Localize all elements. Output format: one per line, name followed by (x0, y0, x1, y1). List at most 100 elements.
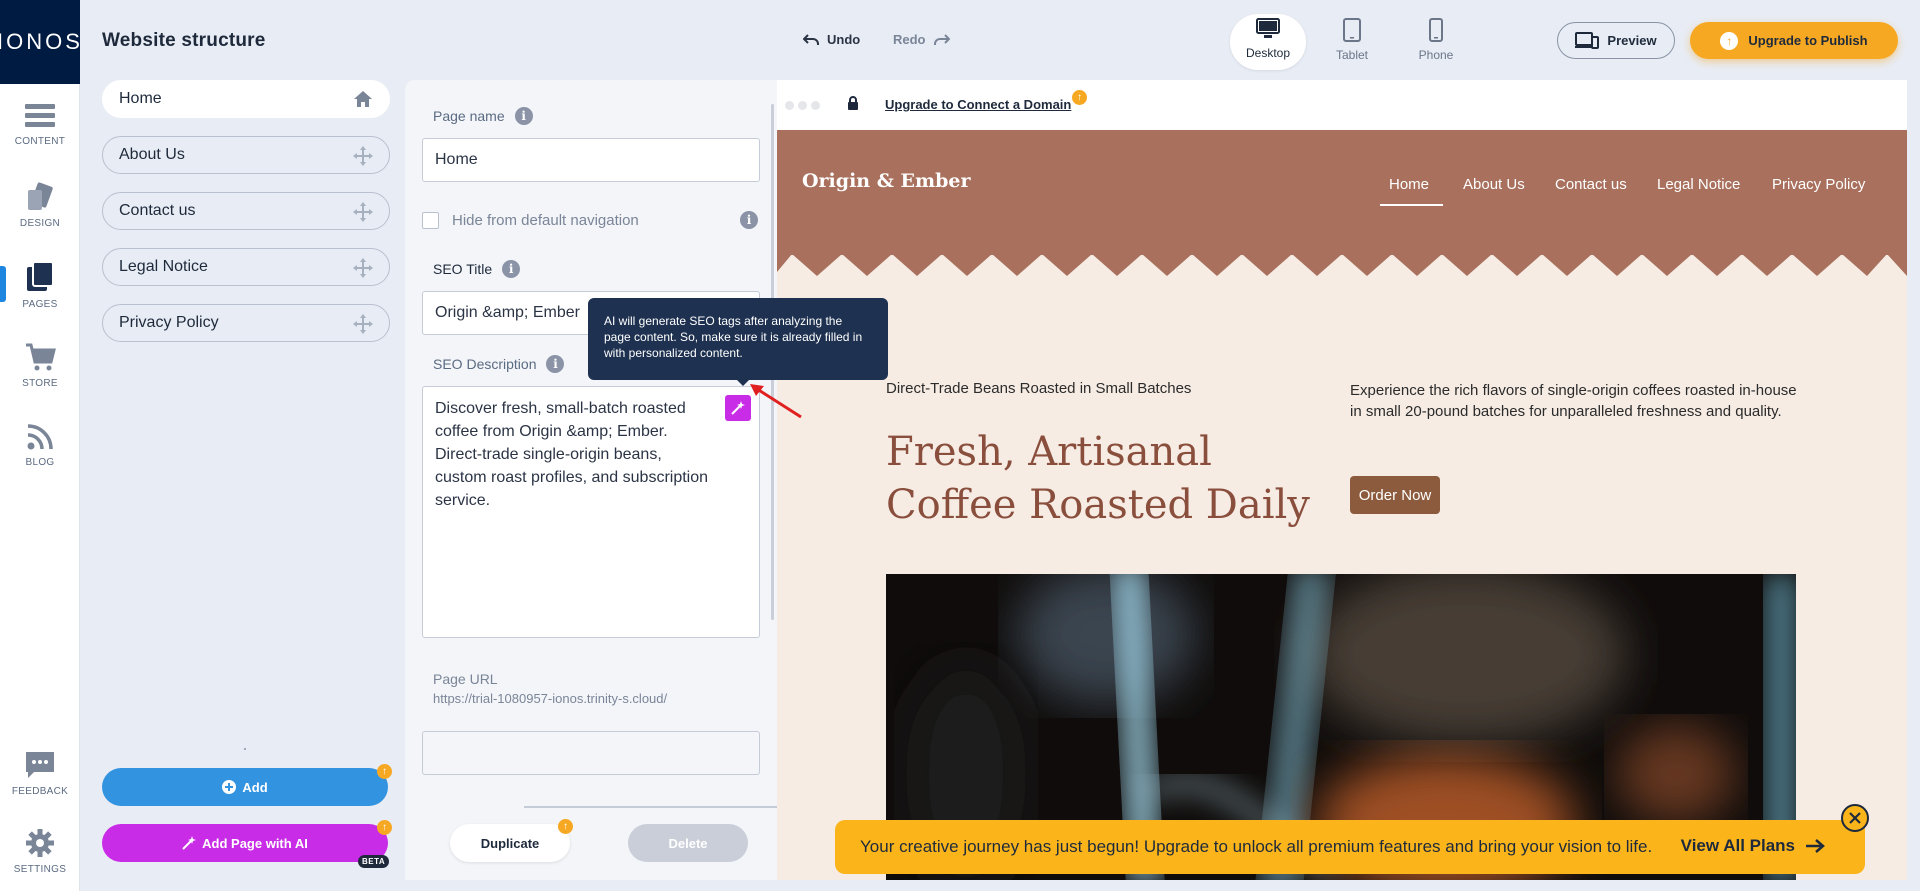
tablet-icon (1343, 18, 1361, 42)
site-nav-home[interactable]: Home (1389, 176, 1429, 193)
ai-seo-tooltip: AI will generate SEO tags after analyzin… (588, 298, 888, 380)
banner-close-button[interactable] (1841, 804, 1869, 832)
browser-bar: Upgrade to Connect a Domain ↑ (777, 80, 1907, 130)
preview-icon (1575, 31, 1600, 49)
page-url-label: Page URL (433, 671, 498, 687)
rail-item-feedback[interactable]: FEEDBACK (0, 750, 80, 797)
site-nav-contact-us[interactable]: Contact us (1555, 176, 1627, 193)
page-item-label: Home (119, 90, 162, 107)
rail-label: CONTENT (14, 136, 66, 147)
rail-item-blog[interactable]: BLOG (0, 423, 80, 468)
move-icon[interactable] (353, 314, 373, 334)
upgrade-badge-icon: ↑ (1072, 90, 1087, 105)
info-icon[interactable]: i (502, 260, 521, 278)
rss-icon (27, 424, 53, 450)
page-item-label: Privacy Policy (119, 314, 219, 331)
beta-badge: BETA (358, 855, 390, 868)
preview-button[interactable]: Preview (1557, 22, 1675, 59)
rail-item-content[interactable]: CONTENT (0, 102, 80, 147)
hero-title: Fresh, Artisanal Coffee Roasted Daily (886, 429, 1310, 528)
page-item-about-us[interactable]: About Us (102, 136, 390, 174)
home-icon (354, 91, 372, 107)
arrow-right-icon (1806, 839, 1825, 853)
upgrade-badge-icon: ↑ (558, 819, 573, 834)
feedback-icon (26, 752, 54, 778)
site-nav-about-us[interactable]: About Us (1463, 176, 1525, 193)
rail-item-design[interactable]: DESIGN (0, 182, 80, 229)
upgrade-badge-icon: ↑ (377, 764, 392, 779)
move-icon[interactable] (353, 202, 373, 222)
add-page-label: Add (242, 779, 268, 795)
device-desktop-button[interactable]: Desktop (1230, 14, 1306, 70)
rail-item-pages[interactable]: PAGES (0, 261, 80, 310)
info-icon[interactable]: i (740, 211, 758, 229)
delete-button[interactable]: Delete (628, 824, 748, 862)
page-name-value: Home (435, 151, 478, 168)
device-tablet-button[interactable]: Tablet (1314, 14, 1390, 70)
hide-navigation-label: Hide from default navigation (452, 212, 639, 229)
rail-label: BLOG (25, 457, 55, 468)
preview-label: Preview (1607, 33, 1657, 48)
move-icon[interactable] (353, 258, 373, 278)
upgrade-to-publish-button[interactable]: ↑ Upgrade to Publish (1690, 22, 1898, 59)
seo-title-label: SEO Title i (433, 260, 521, 278)
close-icon (1849, 812, 1861, 824)
page-item-contact-us[interactable]: Contact us (102, 192, 390, 230)
page-name-input[interactable]: Home (422, 138, 760, 182)
rail-label: PAGES (22, 299, 58, 310)
divider-dot (244, 748, 246, 750)
seo-title-value: Origin &amp; Ember (435, 304, 580, 321)
panel-title: Website structure (102, 30, 266, 51)
add-page-button[interactable]: Add (102, 768, 388, 806)
info-icon[interactable]: i (514, 107, 533, 125)
lock-icon (848, 96, 858, 110)
site-brand[interactable]: Origin & Ember (802, 170, 970, 192)
phone-icon (1429, 18, 1443, 42)
browser-dot (798, 101, 807, 110)
seo-description-textarea[interactable]: Discover fresh, small-batch roasted coff… (422, 386, 760, 638)
undo-label: Undo (827, 32, 861, 47)
redo-button[interactable]: Redo (893, 32, 950, 47)
seo-description-label-text: SEO Description (433, 356, 537, 372)
hide-navigation-checkbox[interactable] (422, 212, 439, 229)
info-icon[interactable]: i (546, 355, 565, 373)
duplicate-button[interactable]: Duplicate (450, 824, 570, 862)
view-all-plans-link[interactable]: View All Plans (1681, 836, 1825, 856)
move-icon[interactable] (353, 146, 373, 166)
design-icon (28, 182, 53, 210)
upgrade-arrow-icon: ↑ (1720, 31, 1739, 50)
gear-icon (26, 829, 54, 857)
page-url-input[interactable] (422, 731, 760, 775)
page-item-legal-notice[interactable]: Legal Notice (102, 248, 390, 286)
rail-label: FEEDBACK (11, 786, 69, 797)
undo-button[interactable]: Undo (803, 32, 860, 47)
rail-item-store[interactable]: STORE (0, 342, 80, 389)
ionos-logo[interactable]: IONOS (0, 0, 80, 84)
zigzag-border (777, 250, 1907, 276)
plus-circle-icon (222, 780, 237, 794)
page-url-value: https://trial-1080957-ionos.trinity-s.cl… (433, 691, 668, 706)
content-icon (25, 104, 55, 127)
site-nav-legal-notice[interactable]: Legal Notice (1657, 176, 1740, 193)
connect-domain-link[interactable]: Upgrade to Connect a Domain (885, 97, 1071, 112)
seo-description-label: SEO Description i (433, 355, 565, 373)
order-now-button[interactable]: Order Now (1350, 476, 1440, 514)
site-nav-privacy-policy[interactable]: Privacy Policy (1772, 176, 1865, 193)
rail-label: SETTINGS (13, 864, 67, 875)
device-phone-button[interactable]: Phone (1398, 14, 1474, 70)
panel-divider (524, 806, 777, 808)
add-page-with-ai-label: Add Page with AI (202, 835, 308, 851)
add-page-with-ai-button[interactable]: Add Page with AI (102, 824, 388, 862)
rail-item-settings[interactable]: SETTINGS (0, 828, 80, 875)
magic-wand-icon (182, 836, 197, 850)
device-label: Desktop (1245, 46, 1291, 60)
page-item-privacy-policy[interactable]: Privacy Policy (102, 304, 390, 342)
magic-wand-icon (731, 401, 745, 415)
page-item-label: Legal Notice (119, 258, 208, 275)
banner-text: Your creative journey has just begun! Up… (860, 837, 1653, 856)
page-item-home[interactable]: Home (102, 80, 390, 118)
cart-icon (26, 343, 56, 371)
upgrade-banner: Your creative journey has just begun! Up… (835, 820, 1865, 874)
rail-label: DESIGN (19, 218, 61, 229)
upgrade-badge-icon: ↑ (377, 820, 392, 835)
